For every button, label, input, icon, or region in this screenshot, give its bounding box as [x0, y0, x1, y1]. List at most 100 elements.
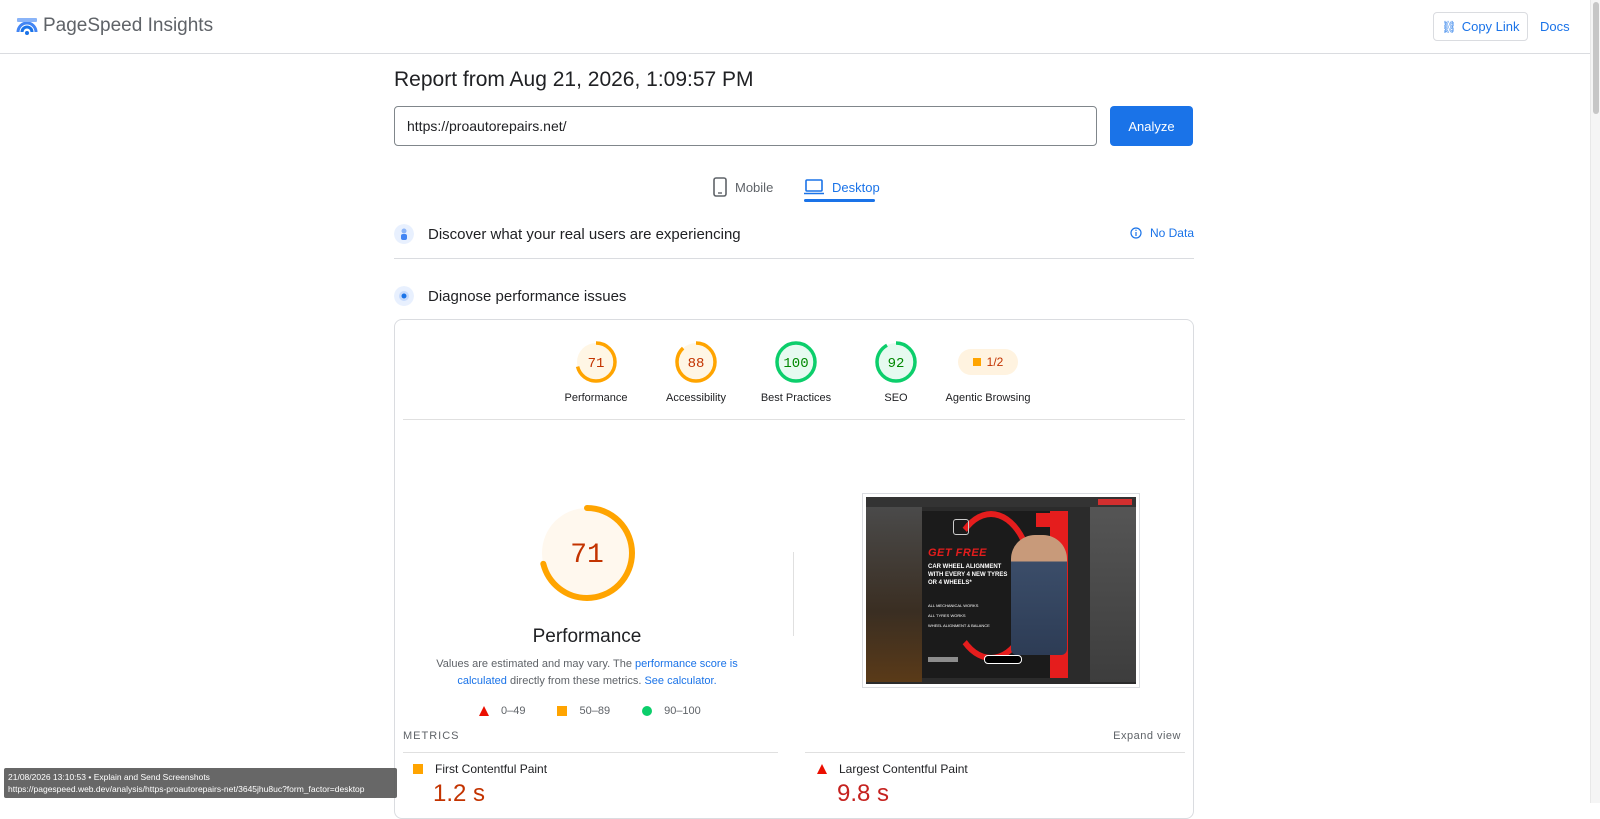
metrics-heading: METRICS — [403, 730, 460, 742]
performance-gauge-large: 71 — [539, 505, 635, 601]
performance-title: Performance — [532, 626, 642, 647]
metrics-divider-right — [805, 752, 1185, 753]
score-label: Best Practices — [760, 392, 832, 404]
screenshot-headline: CAR WHEEL ALIGNMENT WITH EVERY 4 NEW TYR… — [928, 564, 1008, 586]
diagnose-section[interactable]: Diagnose performance issues — [394, 280, 1194, 312]
tab-mobile-label: Mobile — [735, 179, 774, 195]
tab-desktop[interactable]: Desktop — [804, 172, 880, 202]
legend-pass-label: 90–100 — [664, 705, 701, 717]
legend-pass: 90–100 — [642, 705, 701, 717]
vertical-divider — [793, 552, 794, 636]
status-tooltip-line2: https://pagespeed.web.dev/analysis/https… — [8, 784, 365, 794]
screenshot-list-item: ALL TYRES WORKS — [928, 613, 966, 618]
score-label: SEO — [884, 392, 908, 404]
expand-view-toggle[interactable]: Expand view — [1113, 730, 1181, 742]
performance-score-large: 71 — [570, 540, 604, 571]
tab-mobile[interactable]: Mobile — [713, 172, 773, 202]
real-users-section[interactable]: Discover what your real users are experi… — [394, 218, 1194, 250]
crux-users-icon — [394, 224, 414, 244]
copy-link-label: Copy Link — [1461, 19, 1520, 34]
no-data-label: No Data — [1149, 226, 1194, 240]
screenshot-list: ALL MECHANICAL WORKS ALL TYRES WORKS WHE… — [928, 601, 1008, 631]
screenshot-image: GET FREE CAR WHEEL ALIGNMENT WITH EVERY … — [866, 497, 1136, 684]
analyze-button[interactable]: Analyze — [1110, 106, 1193, 146]
gauge-performance[interactable]: 71 Performance — [541, 340, 651, 404]
section-divider — [394, 258, 1194, 259]
real-users-title: Discover what your real users are experi… — [428, 225, 741, 243]
gauge-best-practices[interactable]: 100 Best Practices — [741, 340, 851, 404]
score-ring: 88 — [675, 341, 717, 383]
metrics-divider-left — [403, 752, 778, 753]
legend-fail: 0–49 — [479, 705, 525, 717]
score-ring: 71 — [575, 341, 617, 383]
see-calculator-link[interactable]: See calculator. — [644, 675, 716, 687]
average-square-icon — [972, 358, 981, 366]
info-icon — [1130, 227, 1142, 239]
screenshot-list-item: WHEEL ALIGNMENT & BALANCE — [928, 623, 990, 628]
legend-average: 50–89 — [557, 705, 610, 717]
screenshot-mechanic-figure — [1011, 535, 1067, 655]
card-divider — [403, 419, 1185, 420]
metric-lcp-value: 9.8 s — [837, 780, 890, 807]
pass-circle-icon — [642, 706, 653, 716]
score-ring: 92 — [875, 341, 917, 383]
page-scrollbar[interactable] — [1590, 0, 1600, 803]
score-value: 88 — [688, 356, 705, 372]
score-value: 71 — [588, 356, 605, 372]
fail-triangle-icon — [817, 764, 827, 774]
legend-average-label: 50–89 — [579, 705, 611, 717]
brand-title[interactable]: PageSpeed Insights — [43, 15, 213, 37]
metric-fcp-name: First Contentful Paint — [435, 762, 548, 776]
pagespeed-logo-icon[interactable] — [16, 16, 38, 38]
diagnose-title: Diagnose performance issues — [428, 287, 627, 305]
screenshot-list-item: ALL MECHANICAL WORKS — [928, 603, 979, 608]
report-title: Report from Aug 21, 2026, 1:09:57 PM — [394, 68, 754, 91]
legend-fail-label: 0–49 — [501, 705, 526, 717]
score-label: Accessibility — [666, 392, 726, 404]
lighthouse-report-card: 71 Performance 88 Accessibility 100 Best Prac… — [394, 319, 1194, 819]
score-value: 92 — [888, 356, 905, 372]
screenshot-cta — [1098, 499, 1132, 505]
score-value: 100 — [783, 356, 808, 372]
screenshot-logo — [953, 519, 969, 535]
score-label: Performance — [564, 392, 628, 404]
agentic-score-pill: 1/2 — [958, 349, 1018, 375]
status-tooltip: 21/08/2026 13:10:53 • Explain and Send S… — [4, 768, 397, 798]
gauge-agentic-browsing[interactable]: 1/2 Agentic Browsing — [933, 340, 1043, 404]
desktop-icon — [804, 179, 824, 195]
screenshot-offer-badge — [1036, 513, 1056, 527]
url-input[interactable] — [394, 106, 1097, 146]
score-ring: 100 — [775, 341, 817, 383]
link-icon: ⛓ — [1441, 19, 1457, 34]
active-tab-indicator — [804, 199, 875, 202]
screenshot-button — [984, 655, 1022, 664]
docs-link[interactable]: Docs — [1540, 19, 1570, 34]
scrollbar-thumb[interactable] — [1593, 2, 1599, 114]
tab-desktop-label: Desktop — [832, 179, 880, 195]
screenshot-bg-left — [866, 507, 922, 682]
status-tooltip-line1: 21/08/2026 13:10:53 • Explain and Send S… — [8, 772, 210, 782]
fail-triangle-icon — [479, 706, 489, 716]
desc-text-1: Values are estimated and may vary. The — [436, 658, 635, 670]
agentic-score-value: 1/2 — [986, 355, 1004, 369]
metric-fcp-value: 1.2 s — [433, 780, 486, 807]
performance-description: Values are estimated and may vary. The p… — [435, 656, 739, 690]
metric-lcp-name: Largest Contentful Paint — [839, 762, 968, 776]
no-data-status[interactable]: No Data — [1130, 226, 1194, 240]
screenshot-bg-right — [1090, 507, 1136, 682]
lighthouse-diagnose-icon — [394, 286, 414, 306]
mobile-icon — [713, 177, 727, 197]
agentic-label: Agentic Browsing — [945, 392, 1031, 404]
average-square-icon — [557, 706, 568, 716]
desc-text-2: directly from these metrics. — [506, 675, 645, 687]
metric-fcp: First Contentful Paint — [413, 762, 547, 776]
metric-lcp: Largest Contentful Paint — [817, 762, 968, 776]
gauge-accessibility[interactable]: 88 Accessibility — [641, 340, 751, 404]
average-square-icon — [413, 764, 423, 774]
final-screenshot[interactable]: GET FREE CAR WHEEL ALIGNMENT WITH EVERY … — [862, 493, 1140, 688]
screenshot-navbar — [866, 497, 1136, 507]
screenshot-phone — [928, 657, 958, 662]
top-bar: PageSpeed Insights ⛓ Copy Link Docs — [0, 0, 1590, 54]
screenshot-get-free: GET FREE — [928, 547, 988, 559]
copy-link-button[interactable]: ⛓ Copy Link — [1433, 12, 1528, 41]
